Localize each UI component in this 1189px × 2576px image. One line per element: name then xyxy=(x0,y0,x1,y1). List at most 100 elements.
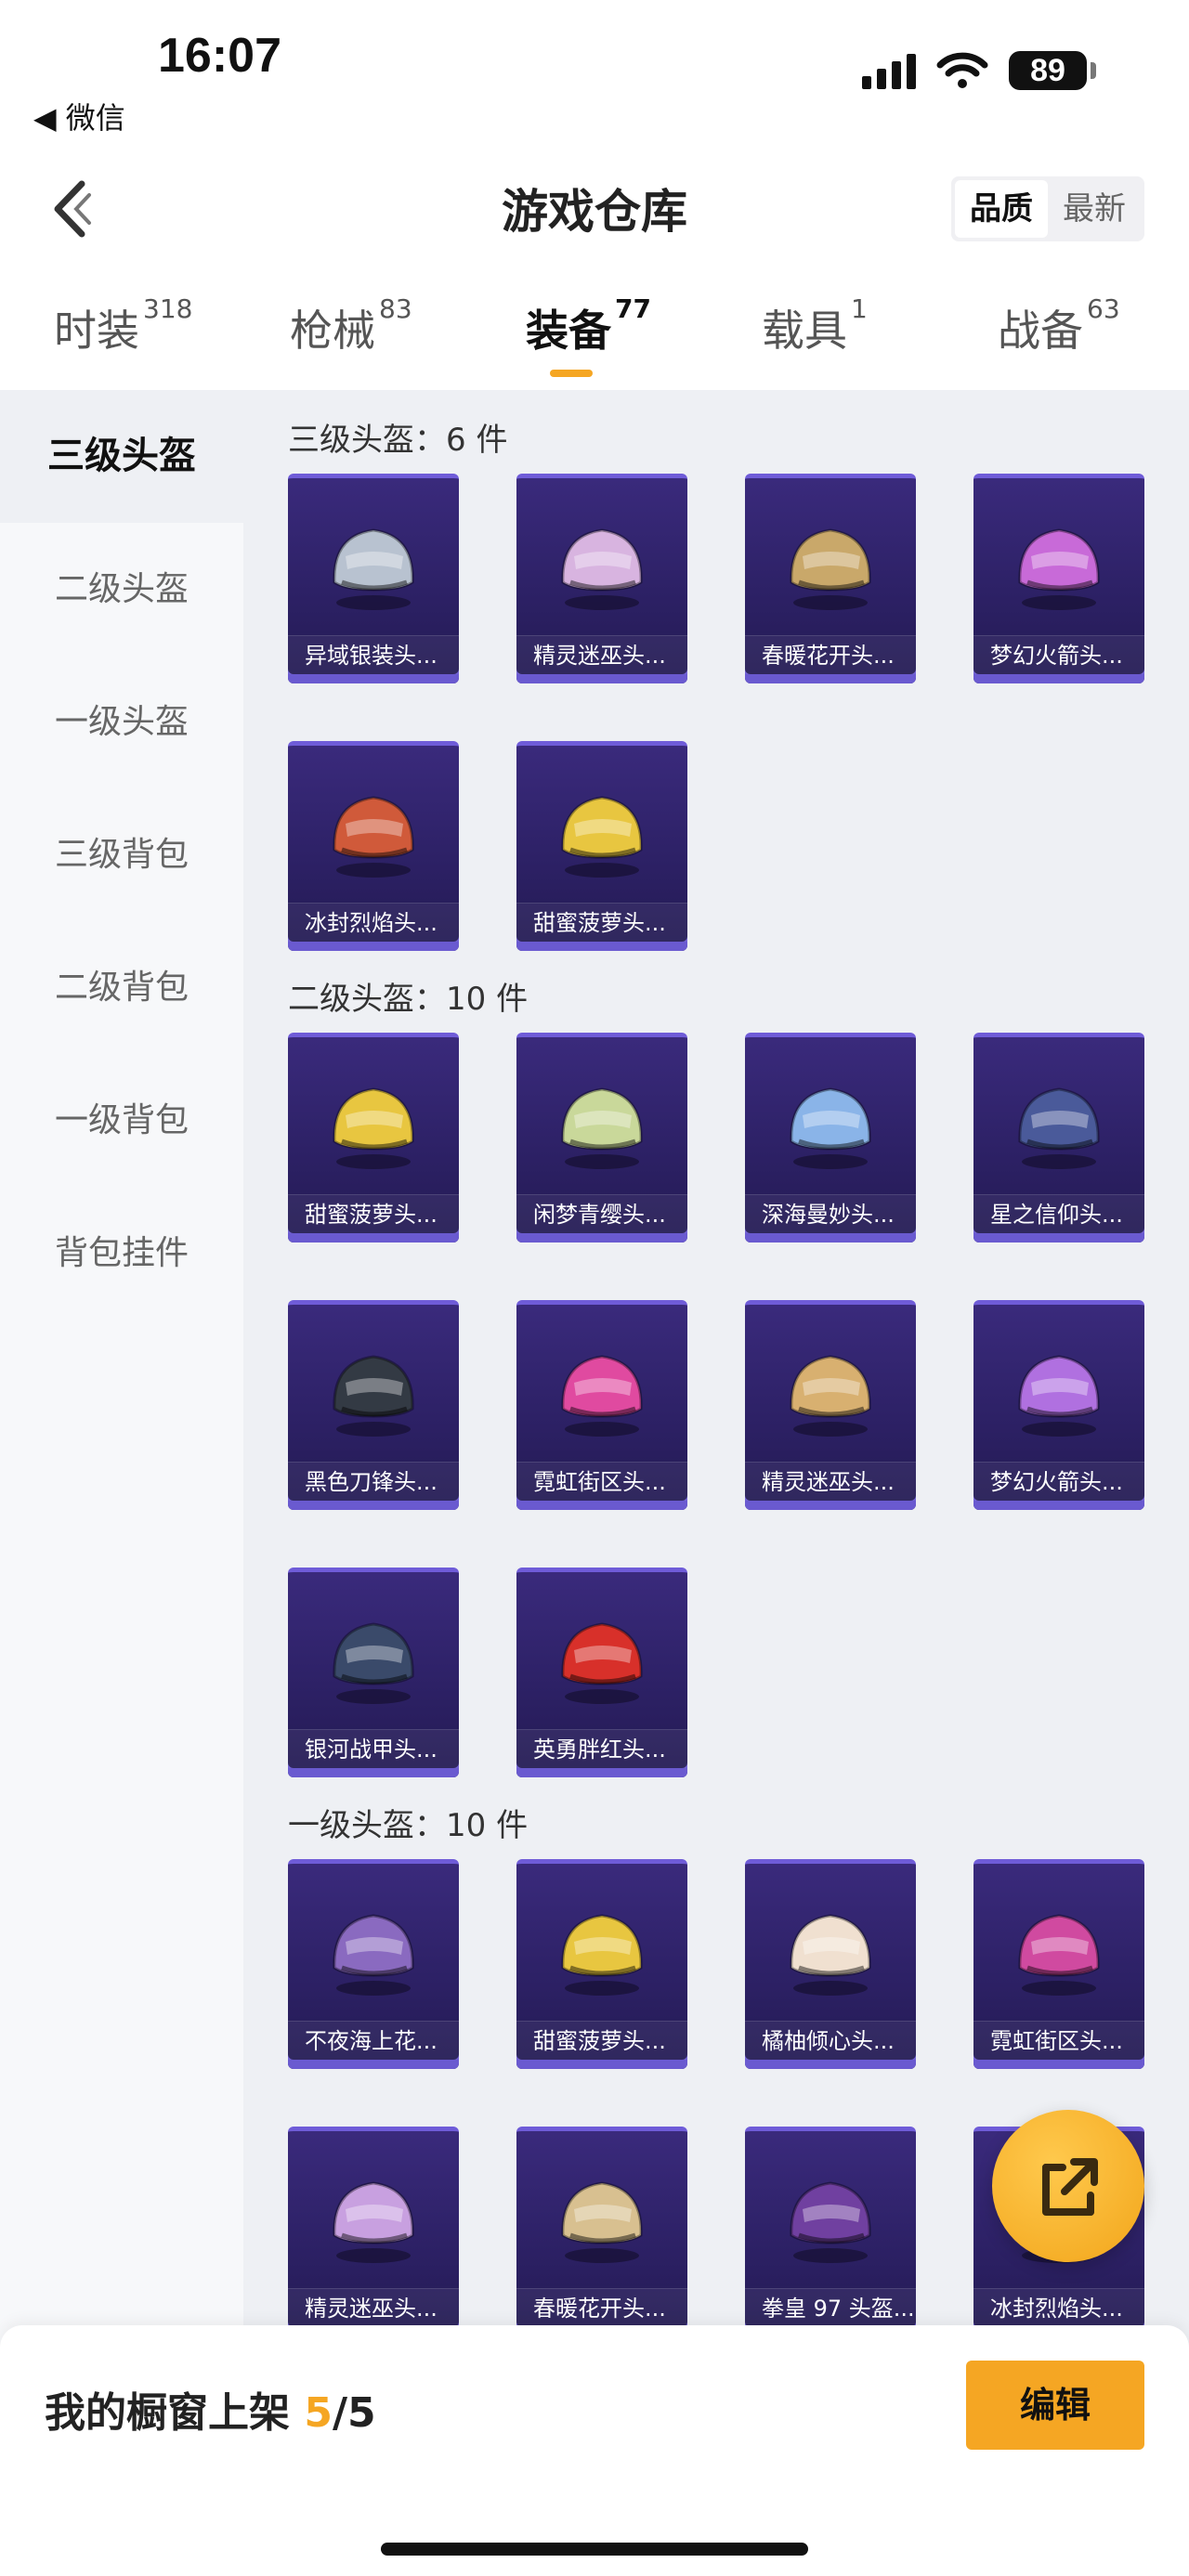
item-card[interactable]: 不夜海上花... xyxy=(288,1859,459,2069)
sort-quality-button[interactable]: 品质 xyxy=(955,180,1048,238)
item-card[interactable]: 闲梦青缨头... xyxy=(516,1033,687,1242)
item-name: 梦幻火箭头... xyxy=(973,1462,1144,1501)
sidebar-item-level2-helmet[interactable]: 二级头盔 xyxy=(0,523,243,656)
sidebar-item-level3-helmet[interactable]: 三级头盔 xyxy=(0,390,243,523)
item-card[interactable]: 甜蜜菠萝头... xyxy=(516,741,687,951)
helmet-icon xyxy=(561,528,643,610)
item-name: 甜蜜菠萝头... xyxy=(516,2021,687,2060)
item-name: 深海曼妙头... xyxy=(745,1194,916,1233)
helmet-icon xyxy=(333,1914,414,1996)
item-name: 英勇胖红头... xyxy=(516,1729,687,1768)
active-tab-indicator xyxy=(550,370,593,377)
header: 游戏仓库 品质 最新 xyxy=(0,149,1189,269)
sidebar-item-level1-helmet[interactable]: 一级头盔 xyxy=(0,656,243,788)
item-card[interactable]: 异域银装头... xyxy=(288,474,459,683)
section-title: 二级头盔：10 件 xyxy=(288,981,529,1018)
showcase-bar: 我的橱窗上架 5/5 编辑 xyxy=(0,2325,1189,2576)
share-button[interactable] xyxy=(992,2110,1144,2262)
item-name: 冰封烈焰头... xyxy=(288,903,459,942)
helmet-icon xyxy=(790,1087,871,1169)
share-icon xyxy=(1042,2158,1098,2216)
item-name: 不夜海上花... xyxy=(288,2021,459,2060)
helmet-icon xyxy=(561,1087,643,1169)
item-card[interactable]: 橘柚倾心头... xyxy=(745,1859,916,2069)
item-name: 霓虹街区头... xyxy=(973,2021,1144,2060)
helmet-icon xyxy=(333,528,414,610)
sidebar: 三级头盔 二级头盔 一级头盔 三级背包 二级背包 一级背包 背包挂件 xyxy=(0,390,243,2576)
item-name: 精灵迷巫头... xyxy=(516,635,687,674)
item-card[interactable]: 甜蜜菠萝头... xyxy=(288,1033,459,1242)
tab-equipment[interactable]: 装备 77 xyxy=(526,293,651,358)
item-card[interactable]: 冰封烈焰头... xyxy=(288,741,459,951)
item-card[interactable]: 梦幻火箭头... xyxy=(973,474,1144,683)
helmet-icon xyxy=(333,1622,414,1704)
item-name: 精灵迷巫头... xyxy=(745,1462,916,1501)
sidebar-item-level2-backpack[interactable]: 二级背包 xyxy=(0,921,243,1054)
item-name: 橘柚倾心头... xyxy=(745,2021,916,2060)
item-name: 黑色刀锋头... xyxy=(288,1462,459,1501)
back-to-wechat-link[interactable]: ◀ 微信 xyxy=(33,95,125,137)
helmet-icon xyxy=(561,2181,643,2263)
battery-icon: 89 xyxy=(1009,51,1096,90)
helmet-icon xyxy=(790,1914,871,1996)
helmet-icon xyxy=(333,1355,414,1437)
sidebar-item-level1-backpack[interactable]: 一级背包 xyxy=(0,1054,243,1187)
edit-button[interactable]: 编辑 xyxy=(966,2361,1144,2450)
status-bar: 16:07 ◀ 微信 89 xyxy=(0,0,1189,149)
item-card[interactable]: 银河战甲头... xyxy=(288,1568,459,1777)
helmet-icon xyxy=(333,796,414,878)
helmet-icon xyxy=(333,1087,414,1169)
item-name: 闲梦青缨头... xyxy=(516,1194,687,1233)
item-card[interactable]: 精灵迷巫头... xyxy=(288,2127,459,2336)
item-card[interactable]: 黑色刀锋头... xyxy=(288,1300,459,1510)
helmet-icon xyxy=(561,1355,643,1437)
item-name: 甜蜜菠萝头... xyxy=(516,903,687,942)
item-name: 梦幻火箭头... xyxy=(973,635,1144,674)
section-title: 一级头盔：10 件 xyxy=(288,1807,529,1844)
wifi-icon xyxy=(936,52,988,88)
item-card[interactable]: 甜蜜菠萝头... xyxy=(516,1859,687,2069)
category-tabs: 时装 318 枪械 83 装备 77 载具 1 战备 63 xyxy=(0,269,1189,390)
helmet-icon xyxy=(790,528,871,610)
item-name: 春暖花开头... xyxy=(745,635,916,674)
section-title: 三级头盔：6 件 xyxy=(288,422,508,459)
sort-toggle: 品质 最新 xyxy=(951,176,1144,241)
item-card[interactable]: 英勇胖红头... xyxy=(516,1568,687,1777)
item-name: 星之信仰头... xyxy=(973,1194,1144,1233)
item-name: 甜蜜菠萝头... xyxy=(288,1194,459,1233)
helmet-icon xyxy=(561,1914,643,1996)
status-icons: 89 xyxy=(862,51,1096,90)
helmet-icon xyxy=(561,796,643,878)
showcase-count: 我的橱窗上架 5/5 xyxy=(45,2389,376,2437)
item-name: 银河战甲头... xyxy=(288,1729,459,1768)
item-name: 霓虹街区头... xyxy=(516,1462,687,1501)
sidebar-item-level3-backpack[interactable]: 三级背包 xyxy=(0,788,243,921)
item-card[interactable]: 霓虹街区头... xyxy=(516,1300,687,1510)
tab-vehicles[interactable]: 载具 1 xyxy=(762,293,868,358)
home-indicator xyxy=(381,2543,808,2556)
item-card[interactable]: 星之信仰头... xyxy=(973,1033,1144,1242)
tab-combat-gear[interactable]: 战备 63 xyxy=(998,293,1120,358)
helmet-icon xyxy=(790,1355,871,1437)
sidebar-item-backpack-charm[interactable]: 背包挂件 xyxy=(0,1187,243,1320)
helmet-icon xyxy=(561,1622,643,1704)
item-name: 拳皇 97 头盔... xyxy=(745,2288,916,2327)
sort-newest-button[interactable]: 最新 xyxy=(1048,180,1141,238)
item-card[interactable]: 深海曼妙头... xyxy=(745,1033,916,1242)
item-card[interactable]: 春暖花开头... xyxy=(516,2127,687,2336)
item-card[interactable]: 拳皇 97 头盔... xyxy=(745,2127,916,2336)
tab-weapons[interactable]: 枪械 83 xyxy=(290,293,412,358)
helmet-icon xyxy=(790,2181,871,2263)
helmet-icon xyxy=(333,2181,414,2263)
item-card[interactable]: 霓虹街区头... xyxy=(973,1859,1144,2069)
item-card[interactable]: 春暖花开头... xyxy=(745,474,916,683)
item-card[interactable]: 精灵迷巫头... xyxy=(516,474,687,683)
helmet-icon xyxy=(1018,1914,1100,1996)
item-name: 异域银装头... xyxy=(288,635,459,674)
item-card[interactable]: 精灵迷巫头... xyxy=(745,1300,916,1510)
item-card[interactable]: 梦幻火箭头... xyxy=(973,1300,1144,1510)
tab-fashion[interactable]: 时装 318 xyxy=(54,293,192,358)
item-name: 冰封烈焰头... xyxy=(973,2288,1144,2327)
status-time: 16:07 xyxy=(158,29,281,83)
helmet-icon xyxy=(1018,1355,1100,1437)
